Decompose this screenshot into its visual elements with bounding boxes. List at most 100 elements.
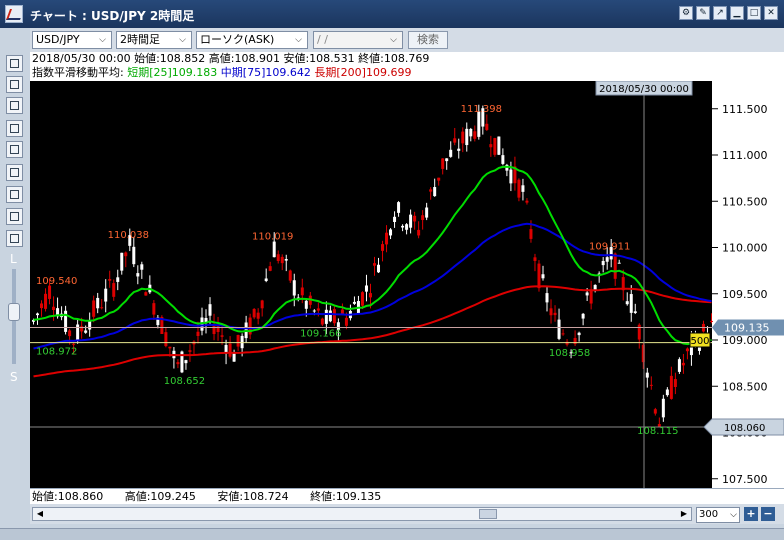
scroll-left-icon[interactable]: ◀ xyxy=(34,508,46,520)
candle-body xyxy=(489,144,493,148)
candle-body xyxy=(389,229,393,236)
timeframe-select[interactable]: 2時間足 ⌵ xyxy=(116,31,192,49)
candle-body xyxy=(405,224,409,230)
candle-body xyxy=(36,313,40,316)
indicator-tool-icon[interactable] xyxy=(6,97,23,114)
candle-body xyxy=(453,138,457,143)
candle-body xyxy=(685,348,689,352)
chevron-down-icon: ⌵ xyxy=(730,510,737,520)
draw-tool-icon[interactable]: ✎ xyxy=(696,6,710,20)
y-tick-label: 107.500 xyxy=(722,473,768,486)
zoom-select[interactable]: 300 ⌵ xyxy=(696,507,740,523)
candle-body xyxy=(304,300,308,309)
candle-body xyxy=(188,350,192,352)
candle-body xyxy=(104,288,108,302)
date-input[interactable]: / / ⌵ xyxy=(313,31,403,49)
maximize-icon[interactable]: □ xyxy=(747,6,761,20)
candle-body xyxy=(669,375,673,399)
candle-body xyxy=(360,292,364,306)
settings-icon[interactable]: ⚙ xyxy=(679,6,693,20)
candle-body xyxy=(120,252,124,271)
price-chart[interactable]: 111.500 111.000 110.500 110.000 109.500 109.0… xyxy=(30,80,784,488)
candle-body xyxy=(617,262,621,264)
candle-body xyxy=(509,169,513,184)
scale-slider[interactable] xyxy=(8,269,20,364)
candle-body xyxy=(232,353,236,362)
candle-body xyxy=(461,131,465,144)
timeframe-value: 2時間足 xyxy=(120,33,160,46)
price-annotation: 110.038 xyxy=(108,230,149,241)
copy-icon[interactable] xyxy=(6,230,23,247)
footer-high: 高値:109.245 xyxy=(124,490,196,503)
candle-body xyxy=(320,318,324,325)
candle-body xyxy=(537,263,541,289)
y-tick-label: 109.500 xyxy=(722,288,768,301)
candle-body xyxy=(164,332,168,347)
candle-body xyxy=(68,330,72,337)
search-button[interactable]: 検索 xyxy=(408,31,448,49)
candle-body xyxy=(409,214,413,228)
candle-body xyxy=(677,359,681,372)
cursor-tool-icon[interactable] xyxy=(6,55,23,72)
candle-tool-icon[interactable] xyxy=(6,141,23,158)
price-annotation: 108.958 xyxy=(549,348,590,359)
candle-body xyxy=(292,280,296,296)
candle-body xyxy=(377,264,381,273)
candle-body xyxy=(136,273,140,277)
candle-body xyxy=(549,308,553,316)
candle-body xyxy=(381,244,385,251)
candle-body xyxy=(425,207,429,218)
candle-body xyxy=(132,246,136,265)
print-icon[interactable] xyxy=(6,208,23,225)
y-tick-label: 110.500 xyxy=(722,195,768,208)
pin-icon[interactable]: ↗ xyxy=(713,6,727,20)
candle-body xyxy=(288,270,292,281)
date-value: / / xyxy=(317,33,328,46)
footer-ohlc: 始値:108.860 高値:109.245 安値:108.724 終値:109.… xyxy=(30,488,784,505)
chart-app-icon xyxy=(5,5,23,23)
trendline-tool-icon[interactable] xyxy=(6,120,23,137)
candle-body xyxy=(76,324,80,342)
ema-mid-value: 中期[75]109.642 xyxy=(220,66,311,79)
candle-body xyxy=(441,158,445,169)
candle-body xyxy=(709,320,713,322)
candle-body xyxy=(373,263,376,266)
pencil-tool-icon[interactable] xyxy=(6,76,23,93)
candle-body xyxy=(521,185,525,192)
cursor-time-label: 2018/05/30 00:00 xyxy=(599,84,689,95)
chevron-down-icon: ⌵ xyxy=(99,35,106,45)
zoom-out-button[interactable]: − xyxy=(761,507,775,521)
candle-body xyxy=(168,346,172,349)
candle-body xyxy=(469,128,473,137)
chart-toolbar: USD/JPY ⌵ 2時間足 ⌵ ローソク(ASK) ⌵ / / ⌵ 検索 xyxy=(30,28,784,53)
candle-body xyxy=(457,148,461,151)
symbol-value: USD/JPY xyxy=(36,33,80,46)
y-tick-label: 111.500 xyxy=(722,103,768,116)
candle-body xyxy=(497,136,501,155)
minimize-icon[interactable]: ▁ xyxy=(730,6,744,20)
price-annotation: 109.911 xyxy=(589,242,630,253)
horizontal-scrollbar[interactable]: ◀ ▶ xyxy=(32,507,692,521)
candle-body xyxy=(312,310,316,312)
candle-body xyxy=(316,308,320,311)
close-icon[interactable]: ✕ xyxy=(764,6,778,20)
candle-body xyxy=(429,189,433,192)
scroll-right-icon[interactable]: ▶ xyxy=(678,508,690,520)
ema-short-value: 短期[25]109.183 xyxy=(127,66,218,79)
candle-body xyxy=(284,259,288,261)
price-annotation: 109.166 xyxy=(300,329,341,340)
scrollbar-thumb[interactable] xyxy=(479,509,497,519)
candle-body xyxy=(272,241,276,258)
zoom-in-button[interactable]: + xyxy=(744,507,758,521)
slider-thumb[interactable] xyxy=(8,303,20,321)
candle-body xyxy=(252,308,256,318)
price-annotation: 108.115 xyxy=(637,426,678,437)
candle-body xyxy=(545,293,549,303)
y-tick-label: 111.000 xyxy=(722,149,768,162)
candle-body xyxy=(140,264,144,270)
symbol-select[interactable]: USD/JPY ⌵ xyxy=(32,31,112,49)
y-tick-label: 109.000 xyxy=(722,334,768,347)
list-tool-icon[interactable] xyxy=(6,186,23,203)
chart-type-select[interactable]: ローソク(ASK) ⌵ xyxy=(196,31,308,49)
window-tool-icon[interactable] xyxy=(6,164,23,181)
